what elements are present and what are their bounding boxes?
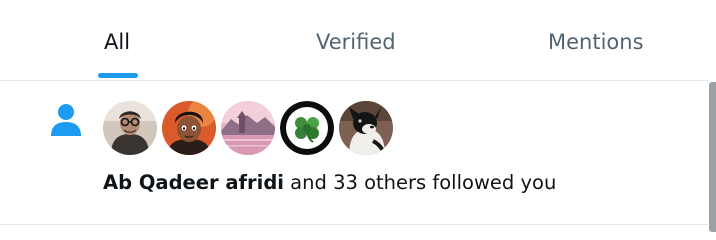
tab-verified-label: Verified xyxy=(316,30,396,54)
follower-avatar-1[interactable] xyxy=(103,101,157,155)
notification-message-rest: and 33 others followed you xyxy=(283,171,557,194)
active-tab-indicator xyxy=(98,73,138,78)
tab-mentions[interactable]: Mentions xyxy=(530,0,670,80)
follow-notification[interactable]: Ab Qadeer afridi and 33 others followed … xyxy=(0,81,708,225)
notification-message: Ab Qadeer afridi and 33 others followed … xyxy=(103,171,556,195)
follower-avatar-2[interactable] xyxy=(162,101,216,155)
avatar-pink-landscape-icon xyxy=(221,101,275,155)
follower-avatar-5[interactable] xyxy=(339,101,393,155)
tab-verified[interactable]: Verified xyxy=(300,0,415,80)
follower-avatar-3[interactable] xyxy=(221,101,275,155)
avatar-photo-glasses-icon xyxy=(103,101,157,155)
avatar-cartoon-man-icon xyxy=(162,101,216,155)
tab-mentions-label: Mentions xyxy=(548,30,644,54)
avatar-green-clover-icon xyxy=(280,101,334,155)
person-icon xyxy=(51,104,81,136)
notification-tabs: All Verified Mentions xyxy=(0,0,708,81)
tab-all-label: All xyxy=(104,30,131,54)
notifications-page: All Verified Mentions Ab Qadeer afridi a… xyxy=(0,0,716,240)
follower-avatar-4[interactable] xyxy=(280,101,334,155)
tab-all[interactable]: All xyxy=(78,0,160,80)
scrollbar[interactable] xyxy=(709,82,716,232)
avatar-black-white-dog-icon xyxy=(339,101,393,155)
follower-name-link[interactable]: Ab Qadeer afridi xyxy=(103,171,284,194)
